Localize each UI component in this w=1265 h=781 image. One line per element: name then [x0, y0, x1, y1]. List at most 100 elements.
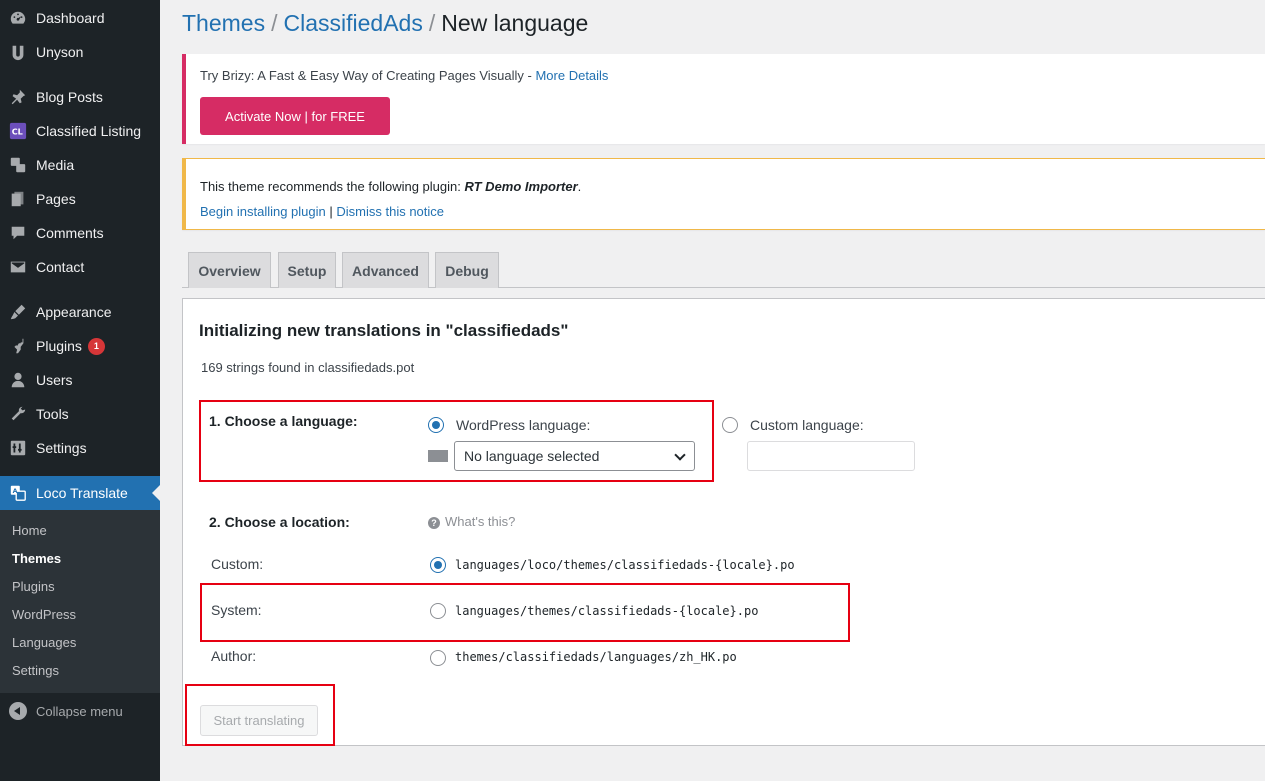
location-path-system: languages/themes/classifiedads-{locale}.…: [455, 604, 759, 618]
more-details-link[interactable]: More Details: [535, 68, 608, 83]
menu-label: Pages: [36, 191, 76, 207]
active-menu-arrow: [152, 485, 160, 501]
recommended-plugin-name: RT Demo Importer: [464, 179, 578, 194]
menu-label: Plugins: [36, 338, 82, 354]
panel-title: Initializing new translations in "classi…: [199, 321, 569, 340]
brizy-notice-message: Try Brizy: A Fast & Easy Way of Creating…: [200, 68, 536, 83]
tab-debug[interactable]: Debug: [435, 252, 499, 288]
new-language-panel: Initializing new translations in "classi…: [182, 298, 1265, 746]
pages-icon: [0, 182, 36, 216]
location-radio-author[interactable]: [430, 650, 446, 666]
strings-found-text: 169 strings found in classifiedads.pot: [201, 360, 415, 375]
brush-icon: [0, 295, 36, 329]
svg-text:CL: CL: [12, 127, 23, 137]
location-path-author: themes/classifiedads/languages/zh_HK.po: [455, 650, 737, 664]
location-radio-custom[interactable]: [430, 557, 446, 573]
plugin-recommend-notice: This theme recommends the following plug…: [182, 158, 1265, 230]
flag-placeholder-icon: [428, 450, 448, 462]
recommend-notice-links: Begin installing plugin | Dismiss this n…: [200, 204, 444, 219]
menu-item-appearance[interactable]: Appearance: [0, 295, 160, 329]
link-divider: |: [325, 204, 337, 219]
begin-installing-link[interactable]: Begin installing plugin: [200, 204, 326, 219]
submenu-item-settings[interactable]: Settings: [12, 663, 59, 678]
menu-item-unyson[interactable]: Unyson: [0, 35, 160, 69]
location-name-custom: Custom:: [211, 556, 264, 572]
menu-item-contact[interactable]: Contact: [0, 250, 160, 284]
menu-item-tools[interactable]: Tools: [0, 397, 160, 431]
menu-item-blog-posts[interactable]: Blog Posts: [0, 80, 160, 114]
menu-item-classified-listing[interactable]: CL Classified Listing: [0, 114, 160, 148]
menu-item-settings[interactable]: Settings: [0, 431, 160, 465]
brizy-notice-text: Try Brizy: A Fast & Easy Way of Creating…: [200, 68, 608, 83]
menu-item-media[interactable]: Media: [0, 148, 160, 182]
breadcrumb-classifiedads-link[interactable]: ClassifiedAds: [283, 10, 422, 36]
nav-tabs: Overview Setup Advanced Debug: [182, 252, 1265, 288]
breadcrumb-themes-link[interactable]: Themes: [182, 10, 265, 36]
wrench-icon: [0, 397, 36, 431]
brizy-notice: Try Brizy: A Fast & Easy Way of Creating…: [182, 54, 1265, 144]
location-name-system: System:: [211, 602, 262, 618]
menu-item-pages[interactable]: Pages: [0, 182, 160, 216]
custom-language-label: Custom language:: [750, 417, 864, 433]
choose-location-label: 2. Choose a location:: [209, 514, 350, 530]
breadcrumb: Themes / ClassifiedAds / New language: [182, 10, 588, 37]
menu-item-comments[interactable]: Comments: [0, 216, 160, 250]
custom-language-radio[interactable]: [722, 417, 738, 433]
custom-language-input[interactable]: [747, 441, 915, 471]
pin-icon: [0, 80, 36, 114]
page-title: New language: [441, 10, 589, 36]
language-select-value: No language selected: [464, 448, 600, 464]
location-path-custom: languages/loco/themes/classifiedads-{loc…: [455, 558, 795, 572]
tab-setup[interactable]: Setup: [278, 252, 336, 288]
collapse-menu-label: Collapse menu: [36, 703, 123, 719]
breadcrumb-separator: /: [271, 10, 278, 36]
comments-icon: [0, 216, 36, 250]
submenu-item-wordpress[interactable]: WordPress: [12, 607, 76, 622]
menu-label: Loco Translate: [36, 485, 128, 501]
submenu-item-themes[interactable]: Themes: [12, 551, 61, 566]
menu-item-dashboard[interactable]: Dashboard: [0, 1, 160, 35]
plugin-icon: [0, 329, 36, 363]
dismiss-notice-link[interactable]: Dismiss this notice: [336, 204, 444, 219]
classified-listing-icon: CL: [0, 114, 36, 148]
whats-this-link[interactable]: What's this?: [445, 514, 515, 529]
menu-item-loco-translate[interactable]: A Loco Translate: [0, 476, 160, 510]
activate-now-button[interactable]: Activate Now | for FREE: [200, 97, 390, 135]
users-icon: [0, 363, 36, 397]
menu-item-users[interactable]: Users: [0, 363, 160, 397]
unyson-icon: [0, 35, 36, 69]
dashboard-icon: [0, 1, 36, 35]
menu-item-plugins[interactable]: Plugins 1: [0, 329, 160, 363]
recommend-message: This theme recommends the following plug…: [200, 179, 465, 194]
recommend-message-end: .: [577, 179, 582, 194]
recommend-notice-text: This theme recommends the following plug…: [200, 179, 581, 194]
collapse-arrow-icon: [9, 702, 27, 720]
svg-text:A: A: [13, 488, 18, 495]
submenu-item-languages[interactable]: Languages: [12, 635, 76, 650]
menu-label: Dashboard: [36, 10, 105, 26]
menu-label: Classified Listing: [36, 123, 142, 139]
chevron-down-icon: [674, 449, 686, 461]
settings-icon: [0, 431, 36, 465]
translate-icon: A: [0, 476, 36, 510]
wordpress-language-radio[interactable]: [428, 417, 444, 433]
tab-advanced[interactable]: Advanced: [342, 252, 429, 288]
language-select[interactable]: No language selected: [454, 441, 695, 471]
menu-label: Appearance: [36, 304, 112, 320]
submenu-item-plugins[interactable]: Plugins: [12, 579, 55, 594]
submenu-item-home[interactable]: Home: [12, 523, 47, 538]
menu-label: Media: [36, 157, 75, 173]
location-name-author: Author:: [211, 648, 257, 664]
breadcrumb-separator: /: [428, 10, 436, 36]
question-icon: ?: [428, 517, 440, 529]
location-radio-system[interactable]: [430, 603, 446, 619]
tab-overview[interactable]: Overview: [188, 252, 271, 288]
collapse-menu-button[interactable]: Collapse menu: [0, 698, 160, 724]
wordpress-language-label: WordPress language:: [456, 417, 591, 433]
menu-label: Comments: [36, 225, 104, 241]
menu-label: Settings: [36, 440, 87, 456]
menu-label: Users: [36, 372, 73, 388]
start-translating-button[interactable]: Start translating: [200, 705, 318, 736]
media-icon: [0, 148, 36, 182]
loco-submenu: Home Themes Plugins WordPress Languages …: [0, 510, 160, 693]
